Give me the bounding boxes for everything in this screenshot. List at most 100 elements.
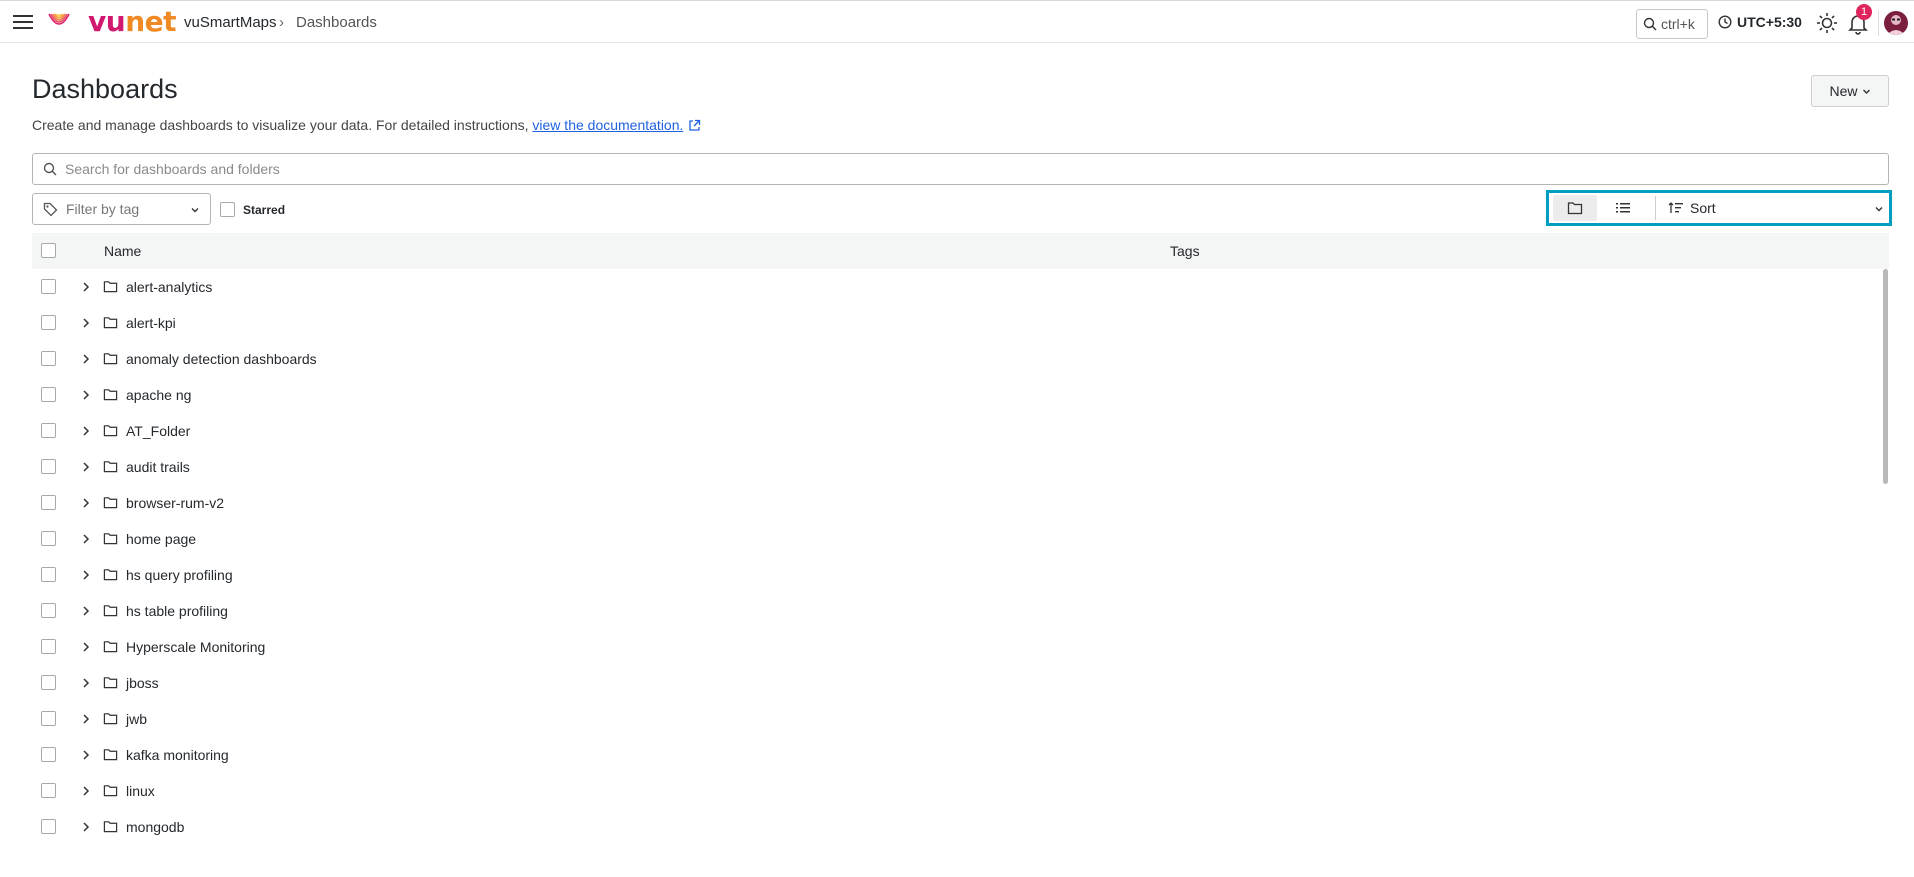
sort-select[interactable]: Sort [1668,195,1888,221]
folder-icon [1567,202,1583,215]
folder-name[interactable]: apache ng [126,387,191,403]
table-row[interactable]: home page [32,521,1882,557]
folder-name[interactable]: AT_Folder [126,423,190,439]
chevron-right-icon[interactable] [79,784,93,798]
table-row[interactable]: browser-rum-v2 [32,485,1882,521]
folder-name[interactable]: linux [126,783,155,799]
row-checkbox[interactable] [41,351,56,366]
folder-icon [103,353,118,365]
row-checkbox[interactable] [41,819,56,834]
select-all-checkbox[interactable] [41,243,56,258]
row-checkbox[interactable] [41,279,56,294]
breadcrumb-root[interactable]: vuSmartMaps [184,14,277,31]
row-checkbox[interactable] [41,783,56,798]
filter-by-tag-select[interactable]: Filter by tag [32,193,211,225]
page-title: Dashboards [32,74,178,104]
chevron-right-icon[interactable] [79,388,93,402]
list-view-button[interactable] [1601,195,1645,221]
table-row[interactable]: alert-kpi [32,305,1882,341]
table-row[interactable]: AT_Folder [32,413,1882,449]
folder-name[interactable]: browser-rum-v2 [126,495,224,511]
folder-view-button[interactable] [1553,195,1597,221]
chevron-down-icon [1862,89,1870,94]
table-row[interactable]: kafka monitoring [32,737,1882,773]
table-row[interactable]: Hyperscale Monitoring [32,629,1882,665]
folder-name[interactable]: audit trails [126,459,190,475]
tag-icon [43,202,58,216]
documentation-link[interactable]: view the documentation. [532,117,683,133]
folder-icon [103,461,118,473]
row-checkbox[interactable] [41,675,56,690]
table-row[interactable]: anomaly detection dashboards [32,341,1882,377]
search-shortcut: ctrl+k [1661,16,1695,32]
table-row[interactable]: hs query profiling [32,557,1882,593]
chevron-right-icon[interactable] [79,496,93,510]
chevron-right-icon[interactable] [79,280,93,294]
row-checkbox[interactable] [41,747,56,762]
new-button[interactable]: New [1811,75,1889,107]
global-search-button[interactable]: ctrl+k [1636,9,1708,39]
row-checkbox[interactable] [41,711,56,726]
menu-icon[interactable] [13,14,33,30]
table-row[interactable]: mongodb [32,809,1882,845]
chevron-right-icon[interactable] [79,532,93,546]
folder-name[interactable]: jwb [126,711,147,727]
chevron-right-icon[interactable] [79,604,93,618]
chevron-right-icon[interactable] [79,640,93,654]
folder-name[interactable]: jboss [126,675,159,691]
timezone-selector[interactable]: UTC+5:30 [1718,14,1802,30]
row-checkbox[interactable] [41,639,56,654]
search-bar[interactable] [32,153,1889,185]
search-input[interactable] [65,161,1865,177]
scrollbar-thumb[interactable] [1883,269,1888,484]
table-row[interactable]: audit trails [32,449,1882,485]
sort-label: Sort [1690,200,1716,216]
folder-name[interactable]: hs query profiling [126,567,233,583]
folder-icon [103,281,118,293]
chevron-right-icon[interactable] [79,568,93,582]
row-checkbox[interactable] [41,315,56,330]
folder-name[interactable]: kafka monitoring [126,747,229,763]
folder-name[interactable]: alert-kpi [126,315,176,331]
search-icon [43,162,57,176]
chevron-right-icon[interactable] [79,352,93,366]
chevron-right-icon[interactable] [79,712,93,726]
view-divider [1655,196,1656,220]
folder-name[interactable]: hs table profiling [126,603,228,619]
table-row[interactable]: alert-analytics [32,269,1882,305]
row-checkbox[interactable] [41,387,56,402]
chevron-right-icon[interactable] [79,748,93,762]
folder-name[interactable]: alert-analytics [126,279,212,295]
column-header-name[interactable]: Name [104,243,141,259]
table-row[interactable]: jwb [32,701,1882,737]
chevron-right-icon[interactable] [79,424,93,438]
folder-icon [103,605,118,617]
starred-checkbox[interactable] [220,202,235,217]
folder-name[interactable]: Hyperscale Monitoring [126,639,265,655]
table-row[interactable]: jboss [32,665,1882,701]
row-checkbox[interactable] [41,603,56,618]
brand-logo[interactable]: vunet [88,7,176,37]
external-link-icon[interactable] [688,119,701,132]
chevron-right-icon[interactable] [79,316,93,330]
chevron-right-icon[interactable] [79,820,93,834]
sun-icon[interactable] [1816,12,1838,34]
chevron-right-icon[interactable] [79,460,93,474]
row-checkbox[interactable] [41,531,56,546]
row-checkbox[interactable] [41,495,56,510]
folder-name[interactable]: home page [126,531,196,547]
chevron-right-icon[interactable] [79,676,93,690]
table-row[interactable]: hs table profiling [32,593,1882,629]
top-bar: vunet vuSmartMaps › Dashboards ctrl+k UT… [0,0,1914,43]
avatar[interactable] [1884,11,1908,35]
row-checkbox[interactable] [41,567,56,582]
folder-name[interactable]: anomaly detection dashboards [126,351,317,367]
row-checkbox[interactable] [41,459,56,474]
logo-icon[interactable] [47,10,71,34]
starred-filter[interactable]: Starred [220,202,285,217]
folder-name[interactable]: mongodb [126,819,184,835]
row-checkbox[interactable] [41,423,56,438]
table-row[interactable]: apache ng [32,377,1882,413]
notification-badge: 1 [1856,4,1872,20]
table-row[interactable]: linux [32,773,1882,809]
